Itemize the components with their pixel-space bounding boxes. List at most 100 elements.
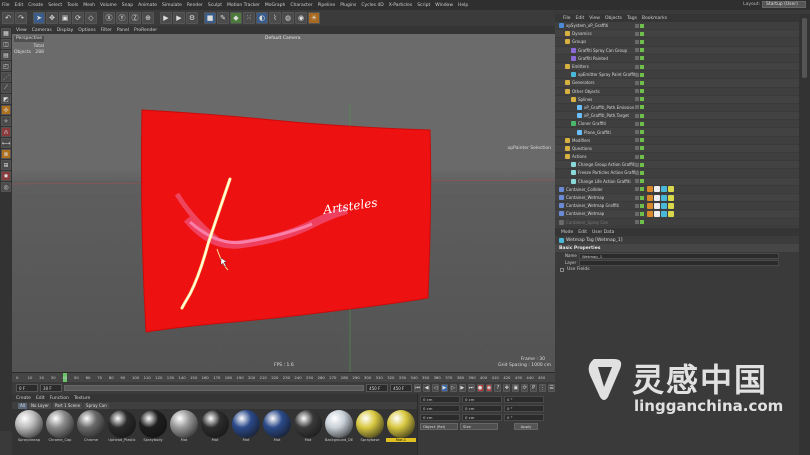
axis-mode-icon[interactable]: ✢ [1, 105, 11, 115]
scrollbar-thumb[interactable] [802, 18, 807, 78]
material-filter-tab[interactable]: All [18, 402, 27, 409]
apply-button[interactable]: Apply [514, 423, 538, 430]
use-fields-checkbox[interactable] [560, 267, 564, 272]
material-menu-texture[interactable]: Texture [74, 396, 90, 401]
last-tool-icon[interactable]: ◇ [85, 12, 97, 24]
visibility-flags[interactable] [635, 170, 644, 175]
material-swatch[interactable]: Spraycleanp [14, 410, 44, 452]
material-swatch[interactable]: Spraybase [355, 410, 385, 452]
object-row[interactable]: Other Objects [555, 88, 799, 96]
material-swatch[interactable]: Uphead_Plastic [107, 410, 137, 452]
point-level-icon[interactable]: ⋮ [539, 384, 547, 392]
max-frame-field[interactable]: 450 F [390, 384, 413, 392]
material-swatch[interactable]: Chrome [76, 410, 106, 452]
object-menu-edit[interactable]: Edit [576, 16, 585, 21]
coord-field[interactable]: 0 cm [420, 414, 460, 421]
coord-mode-select[interactable]: Object (Rel) [420, 423, 458, 430]
material-swatch[interactable]: Mat [200, 410, 230, 452]
play-icon[interactable]: ▶ [440, 384, 448, 392]
menu-item-cycles-4d[interactable]: Cycles 4D [361, 3, 383, 8]
edges-mode-icon[interactable]: ⟋ [1, 83, 11, 93]
coord-field[interactable]: 0 cm [420, 396, 460, 403]
object-menu-tags[interactable]: Tags [627, 16, 637, 21]
visibility-dot[interactable] [635, 80, 639, 85]
visibility-flags[interactable] [635, 80, 644, 85]
material-swatch[interactable]: Background_DE [324, 410, 354, 452]
visibility-dot[interactable] [640, 187, 644, 192]
paint-icon[interactable]: ◎ [1, 182, 11, 192]
visibility-dot[interactable] [640, 121, 644, 126]
visibility-dot[interactable] [640, 72, 644, 77]
visibility-dot[interactable] [640, 89, 644, 94]
scene-icon[interactable]: ◍ [282, 12, 294, 24]
visibility-flags[interactable] [635, 113, 644, 118]
coord-field[interactable]: 0 ° [504, 414, 544, 421]
object-row[interactable]: Graffiti Spray Can Group [555, 46, 799, 55]
visibility-dot[interactable] [640, 203, 644, 208]
z-axis-icon[interactable]: Ⓩ [129, 12, 141, 24]
pen-icon[interactable]: ✎ [217, 12, 229, 24]
prev-frame-icon[interactable]: ◁ [432, 384, 439, 392]
menu-item-pipeline[interactable]: Pipeline [318, 3, 336, 8]
subdivision-icon[interactable]: ◆ [230, 12, 242, 24]
menu-item-simulate[interactable]: Simulate [162, 3, 182, 8]
timeline-ruler[interactable]: 0 10 20 30 40 50 60 70 80 90 100 110 120 130 140 150 160… [12, 372, 555, 382]
menu-item-render[interactable]: Render [187, 3, 203, 8]
model-mode-icon[interactable]: ◫ [1, 39, 11, 49]
visibility-dot[interactable] [640, 64, 644, 69]
name-field[interactable]: Wetmap_1 [579, 252, 779, 259]
tag-icon[interactable] [661, 186, 667, 193]
menu-item-sculpt[interactable]: Sculpt [208, 3, 222, 8]
next-frame-icon[interactable]: ▷ [449, 384, 457, 392]
viewport-menu-cameras[interactable]: Cameras [32, 28, 52, 33]
cube-icon[interactable]: ■ [204, 12, 216, 24]
visibility-dot[interactable] [640, 31, 644, 36]
tag-icon[interactable] [647, 194, 653, 201]
tag-icon[interactable] [647, 186, 653, 193]
planar-workplane-icon[interactable]: ⊞ [1, 160, 11, 170]
object-row[interactable]: xP_Graffiti_Path.Emission [555, 104, 799, 113]
visibility-flags[interactable] [635, 56, 644, 61]
visibility-dot[interactable] [640, 113, 644, 118]
attribute-menu-mode[interactable]: Mode [561, 230, 573, 235]
material-swatch[interactable]: Mat [293, 410, 323, 452]
visibility-dot[interactable] [640, 23, 644, 28]
keyframe-selection-icon[interactable]: ? [494, 384, 502, 392]
redo-icon[interactable]: ↷ [15, 12, 27, 24]
move-icon[interactable]: ✥ [46, 12, 58, 24]
visibility-dot[interactable] [635, 130, 639, 135]
visibility-flags[interactable] [635, 121, 644, 126]
tag-icon[interactable] [668, 210, 674, 217]
visibility-flags[interactable] [635, 211, 644, 216]
goto-end-icon[interactable]: ⏭ [467, 384, 475, 392]
object-row[interactable]: Container_Wetmap [555, 210, 799, 219]
visibility-dot[interactable] [640, 162, 644, 167]
object-row[interactable]: Graffiti Painted [555, 55, 799, 63]
visibility-flags[interactable] [635, 220, 644, 225]
menu-item-mograph[interactable]: MoGraph [265, 3, 285, 8]
visibility-dot[interactable] [635, 211, 639, 216]
object-row[interactable]: Container_Wetmap Graffiti [555, 202, 799, 211]
coord-field[interactable]: 0 cm [462, 405, 502, 412]
menu-item-motion-tracker[interactable]: Motion Tracker [227, 3, 260, 8]
object-row[interactable]: Change Life Action Graffiti [555, 177, 799, 186]
viewport-menu-view[interactable]: View [16, 28, 27, 33]
visibility-dot[interactable] [640, 195, 644, 200]
parameter-key-icon[interactable]: P [530, 384, 538, 392]
tag-icon[interactable] [668, 194, 674, 201]
viewport-menu-panel[interactable]: Panel [117, 28, 129, 33]
object-row[interactable]: Container_Wetmap [555, 193, 799, 203]
tag-icon[interactable] [668, 186, 674, 193]
points-mode-icon[interactable]: ⋰ [1, 72, 11, 82]
visibility-flags[interactable] [635, 187, 644, 192]
visibility-dot[interactable] [635, 203, 639, 208]
visibility-dot[interactable] [635, 170, 639, 175]
visibility-dot[interactable] [640, 154, 644, 159]
timeline-icon[interactable]: ☰ [548, 384, 556, 392]
object-menu-objects[interactable]: Objects [605, 16, 622, 21]
make-editable-icon[interactable]: ▦ [1, 28, 11, 38]
visibility-dot[interactable] [635, 48, 639, 53]
coord-field[interactable]: 0 ° [504, 396, 544, 403]
visibility-dot[interactable] [640, 170, 644, 175]
material-swatch[interactable]: Spraybody [138, 410, 168, 452]
